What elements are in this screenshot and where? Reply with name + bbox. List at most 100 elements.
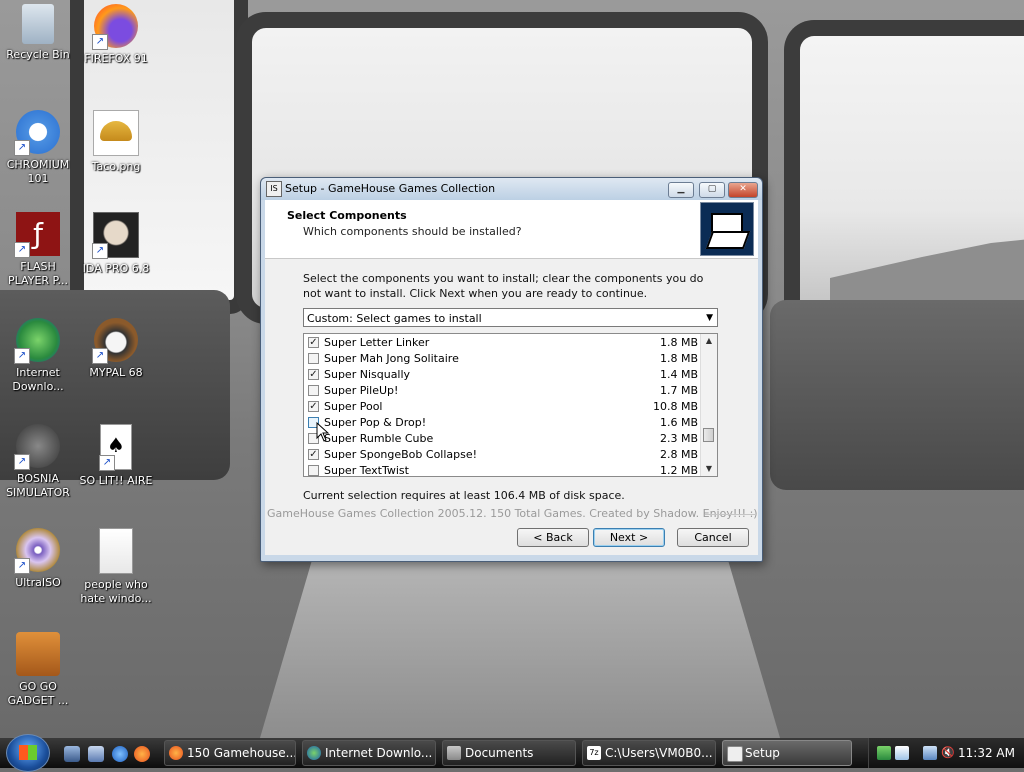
list-item[interactable]: ✓ Super Letter Linker 1.8 MB [304, 335, 702, 351]
desktop-icon-flash-player[interactable]: ƒ ↗ FLASH PLAYER P... [0, 212, 76, 288]
desktop-icon-go-go-gadget[interactable]: GO GO GADGET ... [0, 632, 76, 708]
taskbar-item-documents[interactable]: Documents [442, 740, 576, 766]
cancel-button[interactable]: Cancel [677, 528, 749, 547]
clock[interactable]: 11:32 AM [958, 746, 1015, 760]
text-document-icon [99, 528, 133, 574]
install-type-value: Custom: Select games to install [307, 312, 482, 325]
component-name: Super Nisqually [324, 368, 411, 381]
desktop-icon-recycle-bin[interactable]: Recycle Bin [0, 4, 76, 62]
list-item[interactable]: Super TextTwist 1.2 MB [304, 463, 702, 477]
scroll-down-icon[interactable]: ▼ [701, 462, 717, 476]
maximize-button[interactable]: ▢ [699, 182, 725, 198]
desktop-icon-ida-pro[interactable]: ↗ IDA PRO 6.8 [78, 212, 154, 276]
component-name: Super Pop & Drop! [324, 416, 427, 429]
taskbar-item-7zip[interactable]: 7z C:\Users\VM0B0... [582, 740, 716, 766]
components-list[interactable]: ✓ Super Letter Linker 1.8 MB Super Mah J… [303, 333, 718, 477]
hill-scenery [830, 236, 1024, 306]
taskbar-item-setup[interactable]: Setup [722, 740, 852, 766]
close-button[interactable]: ✕ [728, 182, 758, 198]
task-label: C:\Users\VM0B0... [605, 746, 713, 760]
internet-explorer-icon[interactable] [112, 746, 128, 762]
component-size: 1.4 MB [659, 368, 698, 381]
component-size: 1.6 MB [659, 416, 698, 429]
setup-dialog: IS Setup - GameHouse Games Collection ▁ … [260, 177, 763, 562]
component-name: Super PileUp! [324, 384, 399, 397]
setup-icon: IS [266, 181, 282, 197]
wizard-header: Select Components Which components shoul… [265, 200, 758, 259]
dialog-titlebar[interactable]: IS Setup - GameHouse Games Collection ▁ … [261, 178, 762, 200]
list-item[interactable]: Super Rumble Cube 2.3 MB [304, 431, 702, 447]
component-checkbox[interactable]: ✓ [308, 369, 319, 380]
task-label: Internet Downlo... [325, 746, 433, 760]
task-label: 150 Gamehouse... [187, 746, 296, 760]
component-size: 1.2 MB [659, 464, 698, 477]
taskbar-item-firefox[interactable]: 150 Gamehouse... [164, 740, 296, 766]
tray-monitor-icon[interactable] [923, 746, 937, 760]
desktop-icon-ultraiso[interactable]: ↗ UltraISO [0, 528, 76, 590]
next-button[interactable]: Next > [593, 528, 665, 547]
minimize-button[interactable]: ▁ [668, 182, 694, 198]
component-checkbox[interactable] [308, 385, 319, 396]
desktop-icon-solitaire[interactable]: ♠ ↗ SO LIT!! AIRE [78, 424, 154, 488]
list-item[interactable]: ✓ Super Nisqually 1.4 MB [304, 367, 702, 383]
dialog-client-area: Select Components Which components shoul… [265, 200, 758, 555]
desktop-icon-bosnia-simulator[interactable]: ↗ BOSNIA SIMULATOR [0, 424, 76, 500]
system-tray: 🔇 11:32 AM [868, 738, 1024, 768]
component-checkbox[interactable]: ✓ [308, 337, 319, 348]
tray-network-icon[interactable] [895, 746, 909, 760]
task-label: Setup [745, 746, 780, 760]
component-size: 10.8 MB [652, 400, 698, 413]
component-size: 1.7 MB [659, 384, 698, 397]
firefox-icon [169, 746, 183, 760]
firefox-icon[interactable] [134, 746, 150, 762]
list-item[interactable]: ✓ Super SpongeBob Collapse! 2.8 MB [304, 447, 702, 463]
list-item[interactable]: Super PileUp! 1.7 MB [304, 383, 702, 399]
install-type-dropdown[interactable]: Custom: Select games to install ▼ [303, 308, 718, 327]
windows-logo-icon [19, 745, 37, 760]
volume-muted-icon[interactable]: 🔇 [941, 746, 955, 760]
desktop-icon-firefox[interactable]: ↗ FIREFOX 91 [78, 4, 154, 66]
component-name: Super TextTwist [324, 464, 409, 477]
desktop-icon-label: BOSNIA SIMULATOR [6, 472, 70, 499]
component-checkbox[interactable] [308, 353, 319, 364]
back-button[interactable]: < Back [517, 528, 589, 547]
ultraiso-disc-icon: ↗ [14, 528, 60, 574]
component-size: 1.8 MB [659, 352, 698, 365]
desktop-icon-taco[interactable]: Taco.png [78, 110, 154, 174]
component-checkbox[interactable]: ✓ [308, 401, 319, 412]
component-size: 1.8 MB [659, 336, 698, 349]
list-item[interactable]: Super Pop & Drop! 1.6 MB [304, 415, 702, 431]
scroll-up-icon[interactable]: ▲ [701, 334, 717, 348]
desktop-icon-text-document[interactable]: people who hate windo... [78, 528, 154, 606]
component-size: 2.3 MB [659, 432, 698, 445]
tram-seat-right [770, 300, 1024, 490]
list-item[interactable]: ✓ Super Pool 10.8 MB [304, 399, 702, 415]
switch-windows-icon[interactable] [88, 746, 104, 762]
dropdown-arrow-icon[interactable]: ▼ [706, 309, 713, 328]
mypal-icon: ↗ [92, 318, 138, 364]
recycle-bin-icon [22, 4, 54, 44]
desktop-icon-internet-download-manager[interactable]: ↗ Internet Downlo... [0, 318, 76, 394]
taskbar-item-internet-download-manager[interactable]: Internet Downlo... [302, 740, 436, 766]
task-label: Documents [465, 746, 534, 760]
list-item[interactable]: Super Mah Jong Solitaire 1.8 MB [304, 351, 702, 367]
component-size: 2.8 MB [659, 448, 698, 461]
mouse-cursor-icon [316, 422, 330, 442]
component-checkbox[interactable]: ✓ [308, 449, 319, 460]
desktop-icon-label: CHROMIUM 101 [6, 158, 70, 185]
desktop-icon-chromium[interactable]: ↗ CHROMIUM 101 [0, 110, 76, 186]
ida-pro-icon: ↗ [92, 212, 139, 259]
desktop-icon-label: UltraISO [15, 576, 61, 589]
desktop-icon-label: MYPAL 68 [89, 366, 143, 379]
instructions-text: Select the components you want to instal… [303, 272, 704, 300]
tram-floor [260, 560, 780, 738]
folder-icon [447, 746, 461, 760]
start-button[interactable] [6, 734, 50, 772]
desktop-icon-mypal[interactable]: ↗ MYPAL 68 [78, 318, 154, 380]
disk-space-text: Current selection requires at least 106.… [303, 489, 625, 502]
list-scrollbar[interactable]: ▲ ▼ [700, 334, 717, 476]
show-desktop-icon[interactable] [64, 746, 80, 762]
component-checkbox[interactable] [308, 465, 319, 476]
tray-download-icon[interactable] [877, 746, 891, 760]
scroll-thumb[interactable] [703, 428, 714, 442]
